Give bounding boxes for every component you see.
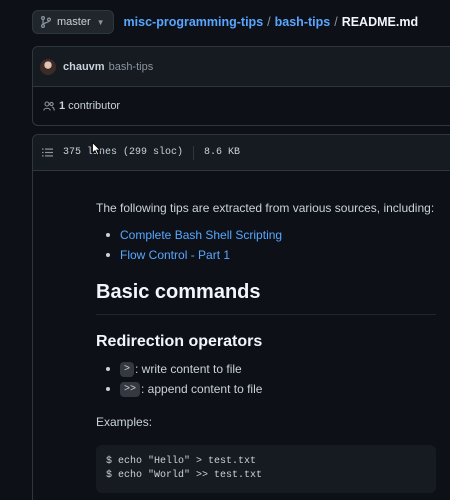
list-icon[interactable] <box>42 148 53 157</box>
operators-list: > : write content to file >> : append co… <box>96 359 436 399</box>
contributors-row[interactable]: 1 contributor <box>33 87 450 125</box>
contributor-count: 1 <box>59 100 66 112</box>
bullet <box>106 233 110 237</box>
top-bar: master ▼ misc-programming-tips / bash-ti… <box>0 0 450 44</box>
operator-description: : write content to file <box>135 362 242 376</box>
git-branch-icon <box>41 16 51 28</box>
heading-redirection-operators: Redirection operators <box>96 333 263 350</box>
operator-description: : append content to file <box>141 382 263 396</box>
file-size: 8.6 KB <box>204 147 241 158</box>
examples-label: Examples: <box>96 415 153 429</box>
heading-basic-commands: Basic commands <box>96 281 436 315</box>
commit-repo-label[interactable]: bash-tips <box>109 61 154 73</box>
list-item: > : write content to file <box>96 359 436 379</box>
avatar[interactable] <box>40 58 56 75</box>
contributor-label: contributor <box>68 100 121 112</box>
file-view: 375 lines (299 sloc) 8.6 KB The followin… <box>32 134 450 500</box>
commit-box: chauvm bash-tips 1 contributor <box>32 46 450 126</box>
list-item: Complete Bash Shell Scripting <box>96 225 436 245</box>
readme-content: The following tips are extracted from va… <box>96 199 436 493</box>
intro-paragraph: The following tips are extracted from va… <box>96 201 435 215</box>
source-link[interactable]: Flow Control - Part 1 <box>120 248 230 262</box>
code-line: $ echo "World" >> test.txt <box>106 470 263 481</box>
list-item: Flow Control - Part 1 <box>96 245 436 265</box>
branch-label: master <box>57 16 91 28</box>
bullet <box>106 387 110 391</box>
branch-select-button[interactable]: master ▼ <box>32 10 114 34</box>
breadcrumb-repo-link[interactable]: misc-programming-tips <box>124 15 264 29</box>
chevron-down-icon: ▼ <box>96 17 105 27</box>
latest-commit-row: chauvm bash-tips <box>33 47 450 87</box>
breadcrumb: misc-programming-tips / bash-tips / READ… <box>124 15 419 29</box>
list-item: >> : append content to file <box>96 379 436 399</box>
code-line: $ echo "Hello" > test.txt <box>106 456 257 467</box>
inline-code: > <box>120 361 135 377</box>
breadcrumb-current-file: README.md <box>341 15 419 29</box>
breadcrumb-separator: / <box>334 15 338 29</box>
mouse-cursor-icon <box>92 142 101 156</box>
breadcrumb-folder-link[interactable]: bash-tips <box>275 15 331 29</box>
header-divider <box>193 145 195 160</box>
sources-list: Complete Bash Shell Scripting Flow Contr… <box>96 225 436 265</box>
people-icon <box>43 101 55 111</box>
inline-code: >> <box>120 381 141 397</box>
commit-author-link[interactable]: chauvm <box>63 61 105 73</box>
bullet <box>106 253 110 257</box>
bullet <box>106 367 110 371</box>
breadcrumb-separator: / <box>267 15 271 29</box>
source-link[interactable]: Complete Bash Shell Scripting <box>120 228 282 242</box>
file-lines-count: 375 lines (299 sloc) <box>63 147 184 158</box>
code-block[interactable]: $ echo "Hello" > test.txt $ echo "World" … <box>96 445 436 493</box>
